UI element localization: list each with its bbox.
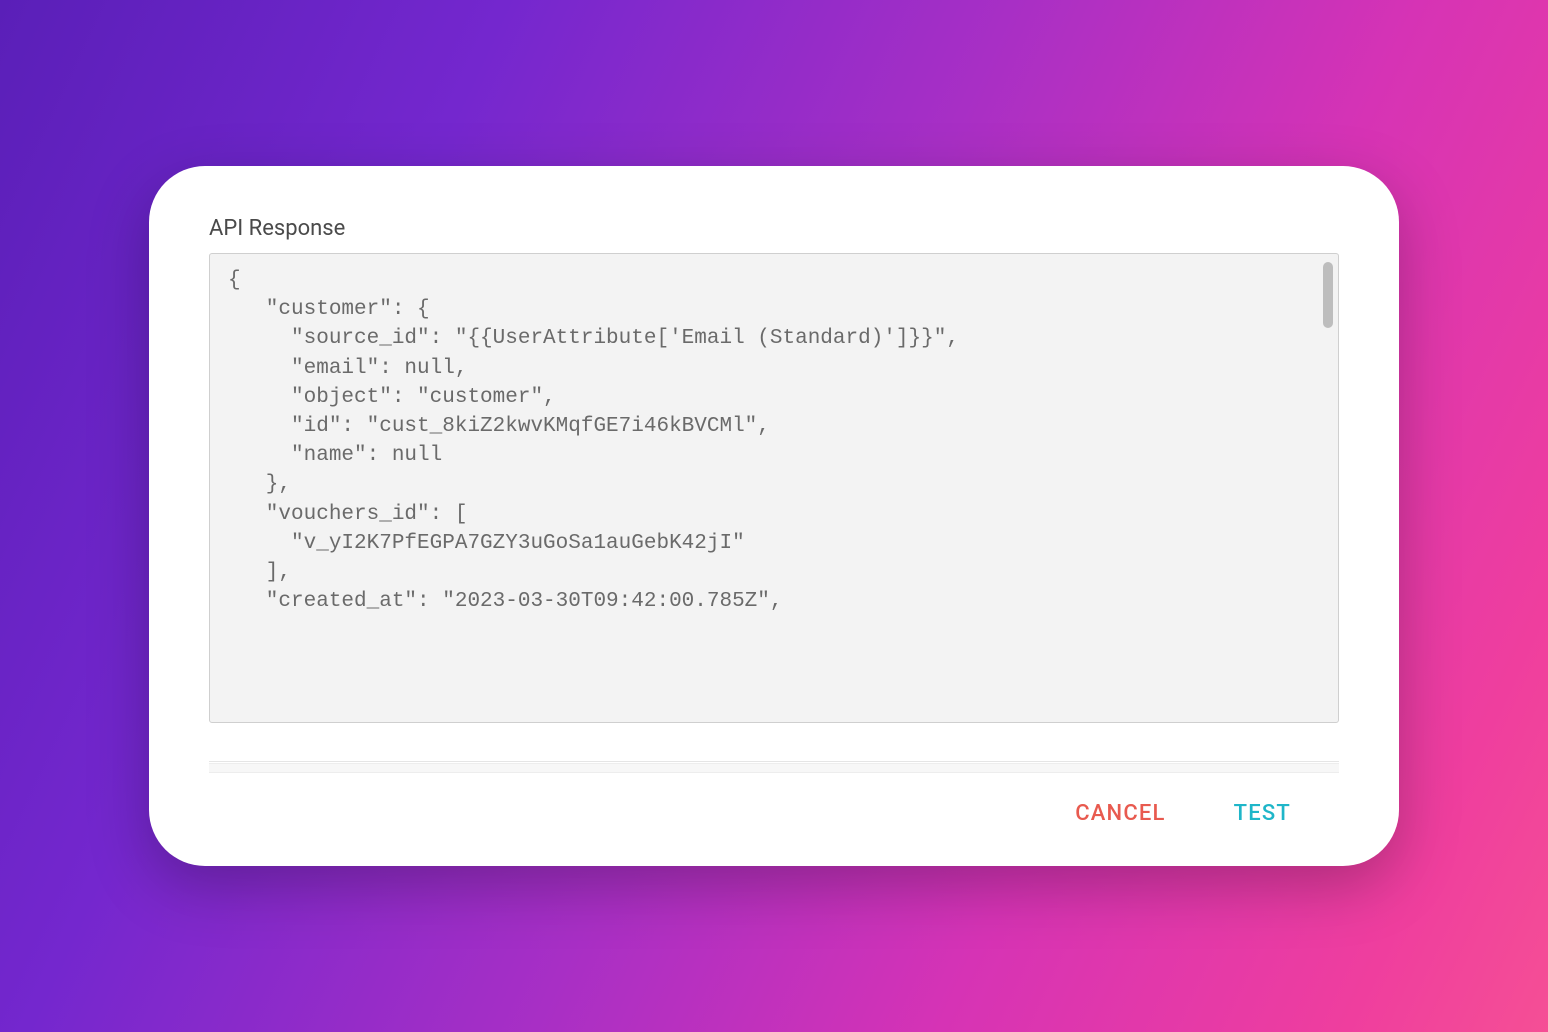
section-label: API Response	[209, 216, 1339, 241]
thin-bar	[209, 763, 1339, 773]
modal-card: API Response { "customer": { "source_id"…	[149, 166, 1399, 866]
test-button[interactable]: TEST	[1234, 801, 1291, 826]
cancel-button[interactable]: CANCEL	[1075, 801, 1165, 826]
scrollbar-thumb[interactable]	[1323, 262, 1333, 328]
divider	[209, 761, 1339, 762]
modal-footer: CANCEL TEST	[209, 773, 1339, 826]
api-response-content: { "customer": { "source_id": "{{UserAttr…	[210, 254, 1338, 722]
api-response-box[interactable]: { "customer": { "source_id": "{{UserAttr…	[209, 253, 1339, 723]
